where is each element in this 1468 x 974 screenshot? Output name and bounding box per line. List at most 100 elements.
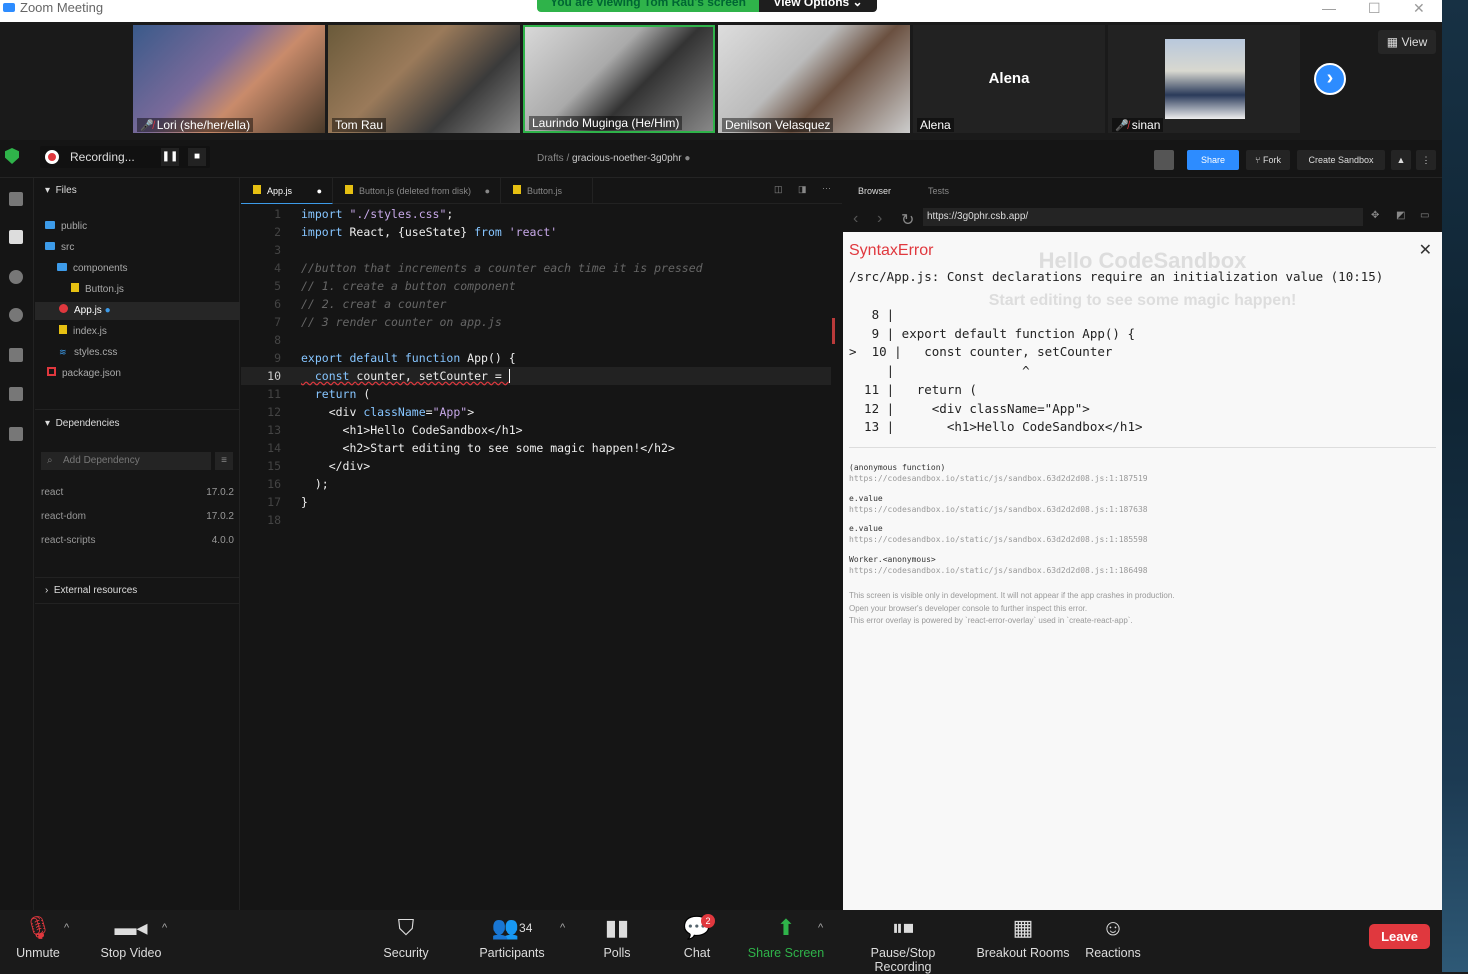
forward-icon[interactable]: › [877, 210, 882, 228]
more-options-icon[interactable]: ⋯ [822, 183, 831, 194]
tree-item-app-js[interactable]: App.js ● [35, 302, 240, 320]
list-icon[interactable]: ≡ [215, 452, 233, 470]
tree-item-components[interactable]: components [57, 260, 127, 278]
sandbox-name[interactable]: gracious-noether-3g0phr [572, 153, 682, 164]
tree-item-src[interactable]: src [45, 239, 74, 257]
participant-name: 🎤̸ Lori (she/her/ella) [137, 118, 254, 132]
video-tile[interactable]: Alena Alena [913, 25, 1105, 133]
mic-muted-icon: 🎙 [24, 915, 52, 940]
error-code-frame: 8 | 9 | export default function App() { … [849, 307, 1143, 435]
unmute-button[interactable]: 🎙 Unmute [6, 910, 70, 972]
dependency-row[interactable]: react-scripts 4.0.0 [41, 535, 234, 546]
dependency-row[interactable]: react 17.0.2 [41, 487, 234, 498]
maximize-icon[interactable]: ☐ [1368, 0, 1381, 17]
create-sandbox-button[interactable]: Create Sandbox [1297, 150, 1385, 170]
users-icon[interactable] [9, 427, 23, 441]
more-menu-icon[interactable]: ⋮ [1416, 150, 1436, 170]
address-bar: ‹ › ↻ https://3g0phr.csb.app/ ✥ ◩ ▭ [843, 204, 1442, 232]
tab-app-js[interactable]: App.js ● [241, 178, 333, 204]
close-icon[interactable]: ✕ [1413, 0, 1425, 17]
minimize-icon[interactable]: — [1322, 0, 1336, 16]
dependency-row[interactable]: react-dom 17.0.2 [41, 511, 234, 522]
code-line: 8 [274, 333, 281, 347]
code-line: 17} [267, 495, 308, 509]
files-icon[interactable] [9, 230, 23, 244]
video-tile[interactable]: 🎤̸ sinan [1108, 25, 1300, 133]
gear-icon[interactable] [9, 308, 23, 322]
unsaved-dot-icon: ● [104, 305, 111, 316]
next-page-button[interactable]: › [1314, 63, 1346, 95]
fork-icon: ⑂ [1255, 155, 1261, 165]
chevron-up-icon[interactable]: ^ [162, 922, 167, 934]
share-screen-button[interactable]: ⬆ Share Screen [746, 910, 826, 972]
globe-icon: ● [684, 153, 691, 164]
external-resources-header[interactable]: › External resources [45, 585, 137, 596]
dependencies-section-header[interactable]: ▾ Dependencies [45, 418, 120, 429]
desktop-background [1442, 0, 1468, 972]
code-line: 3 [274, 243, 281, 257]
breakout-rooms-button[interactable]: ▦ Breakout Rooms [976, 910, 1070, 972]
stop-recording-button[interactable]: ■ [188, 148, 206, 166]
tree-item-index-js[interactable]: index.js [59, 323, 107, 341]
chevron-up-icon[interactable]: ^ [64, 922, 69, 934]
url-input[interactable]: https://3g0phr.csb.app/ [923, 208, 1363, 226]
recording-indicator: Recording... [40, 146, 210, 168]
js-file-icon [345, 185, 353, 194]
reactions-button[interactable]: ☺ Reactions [1084, 910, 1142, 972]
chevron-up-icon[interactable]: ^ [818, 922, 823, 934]
tab-browser[interactable]: Browser [858, 186, 891, 196]
search-icon[interactable] [9, 270, 23, 284]
video-tile[interactable]: Tom Rau [328, 25, 520, 133]
share-button[interactable]: Share [1187, 150, 1239, 170]
bell-icon[interactable]: ▲ [1391, 150, 1411, 170]
open-external-icon[interactable]: ✥ [1371, 210, 1379, 221]
breadcrumb-drafts[interactable]: Drafts [537, 153, 564, 164]
tab-tests[interactable]: Tests [928, 186, 949, 196]
preview-layout-icon[interactable]: ◨ [798, 184, 807, 195]
video-tile[interactable]: Denilson Velasquez [718, 25, 910, 133]
breakout-grid-icon: ▦ [1012, 915, 1034, 940]
participants-button[interactable]: 👥34 Participants [474, 910, 550, 972]
tab-button-js[interactable]: Button.js [501, 178, 593, 204]
smiley-plus-icon: ☺ [1101, 915, 1125, 940]
breadcrumb: Drafts / gracious-noether-3g0phr ● [537, 153, 690, 164]
shield-icon: ⛉ [397, 915, 415, 940]
pause-stop-recording-button[interactable]: ⏸⏹ Pause/Stop Recording [842, 910, 964, 974]
folder-icon [45, 221, 55, 229]
refresh-icon[interactable]: ↻ [901, 210, 914, 230]
close-icon[interactable]: ✕ [1419, 240, 1432, 260]
pause-recording-button[interactable]: ❚❚ [161, 148, 179, 166]
new-window-icon[interactable]: ◩ [1396, 210, 1405, 221]
js-file-icon [71, 283, 79, 292]
add-dependency-input[interactable]: ⌕ Add Dependency [41, 452, 211, 470]
security-button[interactable]: ⛉ Security [376, 910, 436, 972]
tree-item-button-js[interactable]: Button.js [71, 281, 124, 299]
split-editor-icon[interactable]: ◫ [774, 184, 783, 195]
stop-video-button[interactable]: ▬◂ Stop Video [96, 910, 166, 972]
avatar [1165, 39, 1245, 119]
view-button[interactable]: ▦ View [1378, 30, 1436, 54]
cube-icon[interactable] [9, 192, 23, 206]
fork-button[interactable]: ⑂ Fork [1246, 150, 1290, 170]
polls-button[interactable]: ▮▮ Polls [596, 910, 638, 972]
code-line: 5// 1. create a button component [274, 279, 516, 293]
leave-button[interactable]: Leave [1369, 924, 1430, 949]
view-options-label: View Options [773, 0, 850, 9]
layout-icon[interactable]: ▭ [1420, 210, 1429, 221]
stack-frame: e.value https://codesandbox.io/static/js/… [849, 524, 1148, 544]
video-tile[interactable]: 🎤̸ Lori (she/her/ella) [133, 25, 325, 133]
chevron-up-icon[interactable]: ^ [560, 922, 565, 934]
tree-item-public[interactable]: public [45, 218, 87, 236]
mic-muted-icon: 🎤̸ [1115, 120, 1129, 132]
rocket-icon[interactable] [9, 387, 23, 401]
tab-button-js-deleted[interactable]: Button.js (deleted from disk) ● [333, 178, 501, 204]
github-icon[interactable] [9, 348, 23, 362]
files-section-header[interactable]: ▾ Files [45, 185, 77, 196]
view-options-button[interactable]: View Options ⌄ [759, 0, 877, 12]
back-icon[interactable]: ‹ [853, 210, 858, 228]
error-icon [59, 304, 68, 313]
avatar[interactable] [1154, 150, 1174, 170]
tree-item-package-json[interactable]: package.json [47, 365, 121, 383]
video-tile-active-speaker[interactable]: Laurindo Muginga (He/Him) [523, 25, 715, 133]
tree-item-styles-css[interactable]: ≋ styles.css [59, 344, 117, 362]
